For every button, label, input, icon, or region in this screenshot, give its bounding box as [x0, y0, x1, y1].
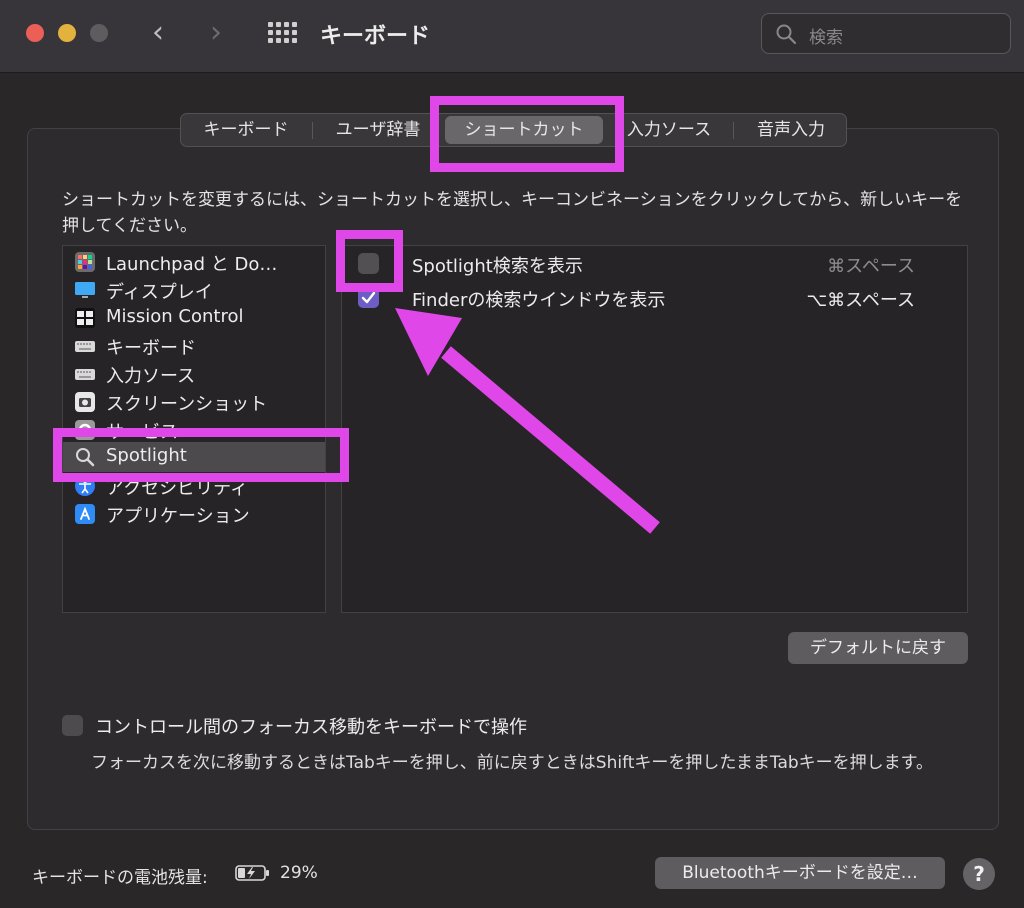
app-store-icon — [75, 504, 95, 524]
forward-arrow-icon[interactable]: › — [210, 16, 222, 50]
restore-defaults-button[interactable]: デフォルトに戻す — [788, 632, 968, 664]
shortcut-label: Spotlight検索を表示 — [412, 256, 583, 277]
keyboard-navigation-label: コントロール間のフォーカス移動をキーボードで操作 — [95, 717, 527, 738]
keyboard-icon — [75, 341, 95, 352]
category-mission-control[interactable]: Mission Control — [63, 304, 325, 332]
search-field[interactable]: 検索 — [761, 13, 1011, 54]
display-icon — [75, 282, 95, 298]
keyboard-navigation-description: フォーカスを次に移動するときはTabキーを押し、前に戻すときはShiftキーを押… — [91, 753, 933, 773]
help-button[interactable]: ? — [963, 858, 995, 890]
category-applications[interactable]: アプリケーション — [63, 500, 325, 528]
shortcut-keys[interactable]: ⌘スペース — [827, 252, 915, 278]
window-titlebar: ‹ › キーボード 検索 — [0, 0, 1024, 73]
tab-keyboard[interactable]: キーボード — [181, 114, 311, 146]
shortcut-row[interactable]: Finderの検索ウインドウを表示 ⌥⌘スペース — [342, 282, 967, 314]
keyboard-navigation-checkbox[interactable] — [62, 715, 83, 736]
bluetooth-keyboard-setup-button[interactable]: Bluetoothキーボードを設定… — [655, 857, 945, 889]
category-screenshot[interactable]: スクリーンショット — [63, 388, 325, 416]
category-label: 入力ソース — [106, 366, 196, 387]
battery-charging-icon — [235, 865, 269, 881]
shortcut-row[interactable]: Spotlight検索を表示 ⌘スペース — [342, 248, 967, 280]
close-window-button[interactable] — [26, 24, 44, 42]
input-source-icon — [75, 369, 95, 380]
shortcut-list[interactable]: Spotlight検索を表示 ⌘スペース Finderの検索ウインドウを表示 ⌥… — [341, 245, 968, 613]
category-label: スクリーンショット — [106, 394, 268, 415]
category-keyboard[interactable]: キーボード — [63, 332, 325, 360]
battery-label: キーボードの電池残量: — [32, 868, 208, 888]
launchpad-icon — [75, 252, 95, 272]
screenshot-icon — [75, 392, 95, 412]
category-display[interactable]: ディスプレイ — [63, 276, 325, 304]
category-launchpad[interactable]: Launchpad と Do… — [63, 248, 325, 276]
shortcut-label: Finderの検索ウインドウを表示 — [412, 290, 666, 311]
search-icon — [776, 24, 797, 45]
window-title: キーボード — [320, 24, 431, 49]
battery-percent: 29% — [280, 863, 318, 883]
category-label: ディスプレイ — [106, 282, 213, 303]
highlight-box-shortcuts-tab — [430, 96, 624, 172]
tab-dictation[interactable]: 音声入力 — [737, 114, 845, 146]
instructions-text: ショートカットを変更するには、ショートカットを選択し、キーコンビネーションをクリ… — [62, 190, 963, 236]
tab-input-sources[interactable]: 入力ソース — [609, 114, 729, 146]
highlight-box-spotlight — [53, 428, 349, 482]
category-input-sources[interactable]: 入力ソース — [63, 360, 325, 388]
search-placeholder: 検索 — [809, 28, 843, 48]
show-all-grid-icon[interactable] — [268, 22, 298, 46]
zoom-window-button[interactable] — [90, 24, 108, 42]
tab-user-dictionary[interactable]: ユーザ辞書 — [314, 114, 442, 146]
highlight-box-checkbox — [336, 230, 403, 292]
mission-control-icon — [75, 308, 95, 328]
back-arrow-icon[interactable]: ‹ — [152, 16, 164, 50]
minimize-window-button[interactable] — [58, 24, 76, 42]
category-label: Mission Control — [106, 306, 244, 327]
shortcut-keys[interactable]: ⌥⌘スペース — [806, 286, 915, 312]
category-label: キーボード — [106, 338, 196, 359]
category-label: Launchpad と Do… — [106, 254, 278, 275]
category-label: アプリケーション — [106, 506, 250, 527]
